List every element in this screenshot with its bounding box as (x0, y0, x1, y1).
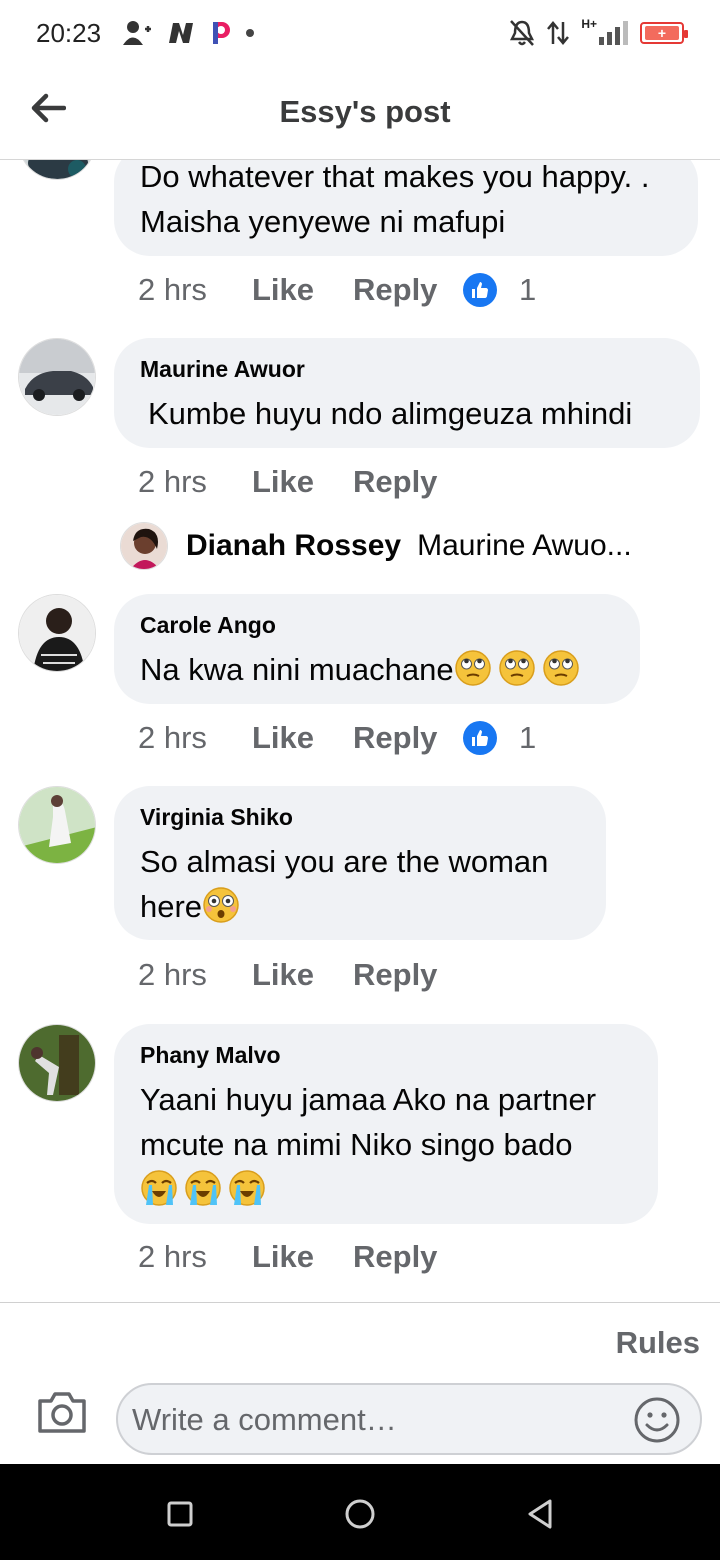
status-bar: 20:23 H+ + (0, 0, 720, 66)
like-button[interactable]: Like (252, 1239, 353, 1275)
p-app-icon (213, 22, 231, 44)
signal-bars-icon (599, 21, 628, 45)
dot-icon (246, 29, 255, 37)
comment-time: 2 hrs (138, 464, 207, 499)
loudly-crying-face-icon (141, 1170, 177, 1206)
silent-bell-icon (510, 20, 535, 46)
comment-bubble: Maurine Awuor Kumbe huyu ndo alimgeuza m… (114, 338, 700, 448)
comment-actions: 2 hrs Like Reply (138, 957, 463, 993)
reaction-count: 1 (519, 272, 537, 307)
rules-link[interactable]: Rules (616, 1325, 700, 1361)
comment-actions: 2 hrs Like Reply (138, 464, 463, 500)
reply-button[interactable]: Reply (353, 720, 463, 756)
comment-time: 2 hrs (138, 272, 207, 307)
app-header: Essy's post (0, 66, 720, 160)
page-title: Essy's post (279, 94, 451, 129)
comment-content: So almasi you are the woman here (140, 839, 580, 929)
thumbs-up-icon (463, 273, 497, 307)
reply-button[interactable]: Reply (353, 1239, 463, 1275)
status-time: 20:23 (36, 17, 102, 48)
comment-bubble: Carole Ango Na kwa nini muachane (114, 594, 640, 704)
camera-button[interactable] (36, 1389, 88, 1435)
reply-button[interactable]: Reply (353, 272, 463, 308)
thumbs-up-icon (463, 721, 497, 755)
reply-author[interactable]: Dianah Rossey (186, 529, 401, 563)
reply-text: Maurine Awuo... (417, 529, 632, 562)
avatar[interactable] (18, 1024, 96, 1102)
data-arrows-icon (547, 21, 570, 45)
system-nav-bar (0, 1464, 720, 1560)
add-contact-icon (123, 21, 152, 45)
like-button[interactable]: Like (252, 464, 353, 500)
comment-author[interactable]: Maurine Awuor (140, 356, 674, 383)
comment-author[interactable]: Phany Malvo (140, 1042, 632, 1069)
comment-actions: 2 hrs Like Reply 1 (138, 272, 536, 308)
flushed-face-icon (203, 887, 239, 923)
comment-content: Na kwa nini muachane (140, 647, 614, 692)
loudly-crying-face-icon (185, 1170, 221, 1206)
triangle-back-icon (528, 1499, 552, 1529)
comment-bubble: Virginia Shiko So almasi you are the wom… (114, 786, 606, 940)
comment-input[interactable] (132, 1397, 612, 1443)
comment-composer: Rules (0, 1302, 720, 1464)
like-button[interactable]: Like (252, 957, 353, 993)
n-app-icon (169, 23, 194, 43)
reaction-count: 1 (519, 720, 537, 755)
face-with-rolling-eyes-icon (454, 650, 491, 686)
reaction-summary[interactable]: 1 (463, 272, 536, 308)
comment-actions: 2 hrs Like Reply (138, 1239, 463, 1275)
camera-icon (38, 1392, 86, 1433)
like-button[interactable]: Like (252, 272, 353, 308)
comment-emoji-row (140, 1169, 632, 1207)
comment-time: 2 hrs (138, 957, 207, 992)
comment-bubble: Phany Malvo Yaani huyu jamaa Ako na part… (114, 1024, 658, 1224)
comment-time: 2 hrs (138, 720, 207, 755)
reply-button[interactable]: Reply (353, 464, 463, 500)
comment-bubble: Do whatever that makes you happy. . Mais… (114, 160, 698, 256)
home-button[interactable] (340, 1494, 380, 1534)
avatar[interactable] (18, 594, 96, 672)
back-nav-button[interactable] (520, 1494, 560, 1534)
avatar[interactable] (120, 522, 168, 570)
comment-text: Do whatever that makes you happy. . Mais… (140, 160, 659, 239)
face-with-rolling-eyes-icon (498, 650, 535, 686)
recent-apps-button[interactable] (160, 1494, 200, 1534)
reply-button[interactable]: Reply (353, 957, 463, 993)
comment-text: Kumbe huyu ndo alimgeuza mhindi (148, 396, 633, 431)
loudly-crying-face-icon (229, 1170, 265, 1206)
comment-author[interactable]: Carole Ango (140, 612, 614, 639)
avatar[interactable] (18, 160, 96, 180)
comment-author[interactable]: Virginia Shiko (140, 804, 580, 831)
avatar[interactable] (18, 786, 96, 864)
circle-icon (345, 1499, 375, 1529)
comment-box[interactable] (116, 1383, 702, 1455)
reply-preview[interactable]: Dianah Rossey Maurine Awuo... (120, 522, 632, 570)
comment-text: Na kwa nini muachane (140, 652, 454, 687)
status-notification-icons (123, 20, 255, 46)
comment-actions: 2 hrs Like Reply 1 (138, 720, 536, 756)
cell-signal: H+ (581, 17, 628, 45)
avatar[interactable] (18, 338, 96, 416)
smiley-icon (634, 1397, 680, 1443)
comments-feed[interactable]: Do whatever that makes you happy. . Mais… (0, 160, 720, 1302)
network-type: H+ (581, 17, 597, 31)
battery-icon: + (640, 22, 688, 44)
square-icon (167, 1501, 193, 1527)
comment-time: 2 hrs (138, 1239, 207, 1274)
emoji-button[interactable] (632, 1395, 682, 1445)
reaction-summary[interactable]: 1 (463, 720, 536, 756)
face-with-rolling-eyes-icon (542, 650, 579, 686)
like-button[interactable]: Like (252, 720, 353, 756)
comment-text: Yaani huyu jamaa Ako na partner mcute na… (140, 1082, 605, 1162)
status-system-icons: H+ + (509, 17, 688, 47)
